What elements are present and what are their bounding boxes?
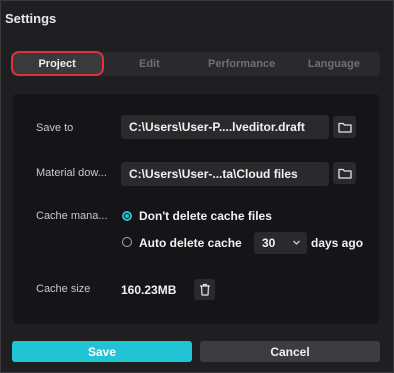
clear-cache-button[interactable] <box>194 279 215 300</box>
cancel-button[interactable]: Cancel <box>200 341 380 362</box>
chevron-down-icon <box>293 240 300 245</box>
trash-icon <box>199 283 210 296</box>
settings-dialog: Settings Project Edit Performance Langua… <box>0 0 394 373</box>
save-to-browse-button[interactable] <box>333 116 356 138</box>
cache-auto-delete-radio[interactable] <box>122 237 132 247</box>
tab-label: Edit <box>138 58 160 70</box>
save-to-path-field[interactable]: C:\Users\User-P....lveditor.draft <box>121 115 329 139</box>
cache-keep-label[interactable]: Don't delete cache files <box>139 209 272 223</box>
save-to-label: Save to <box>36 122 74 134</box>
dialog-title: Settings <box>5 11 57 26</box>
tab-performance[interactable]: Performance <box>196 52 288 76</box>
folder-icon <box>337 168 352 179</box>
tab-label: Language <box>307 58 360 70</box>
tab-label: Project <box>38 58 76 70</box>
cache-days-select[interactable]: 30 <box>254 232 307 254</box>
folder-icon <box>337 122 352 133</box>
tab-project[interactable]: Project <box>11 51 105 76</box>
tab-language[interactable]: Language <box>288 52 380 76</box>
material-download-browse-button[interactable] <box>333 162 356 184</box>
tab-edit[interactable]: Edit <box>103 52 195 76</box>
tab-label: Performance <box>207 58 276 70</box>
cache-auto-delete-label[interactable]: Auto delete cache <box>139 236 242 250</box>
material-download-label: Material dow... <box>36 167 107 179</box>
cache-size-label: Cache size <box>36 283 91 295</box>
cache-keep-radio[interactable] <box>122 211 132 221</box>
cache-days-suffix: days ago <box>311 236 364 250</box>
save-button[interactable]: Save <box>12 341 192 362</box>
cache-size-value: 160.23MB <box>121 283 177 297</box>
material-download-path-field[interactable]: C:\Users\User-...ta\Cloud files <box>121 162 329 186</box>
cache-management-label: Cache mana... <box>36 210 108 222</box>
settings-tabs: Project Edit Performance Language <box>11 51 380 76</box>
cache-days-value: 30 <box>262 236 276 250</box>
